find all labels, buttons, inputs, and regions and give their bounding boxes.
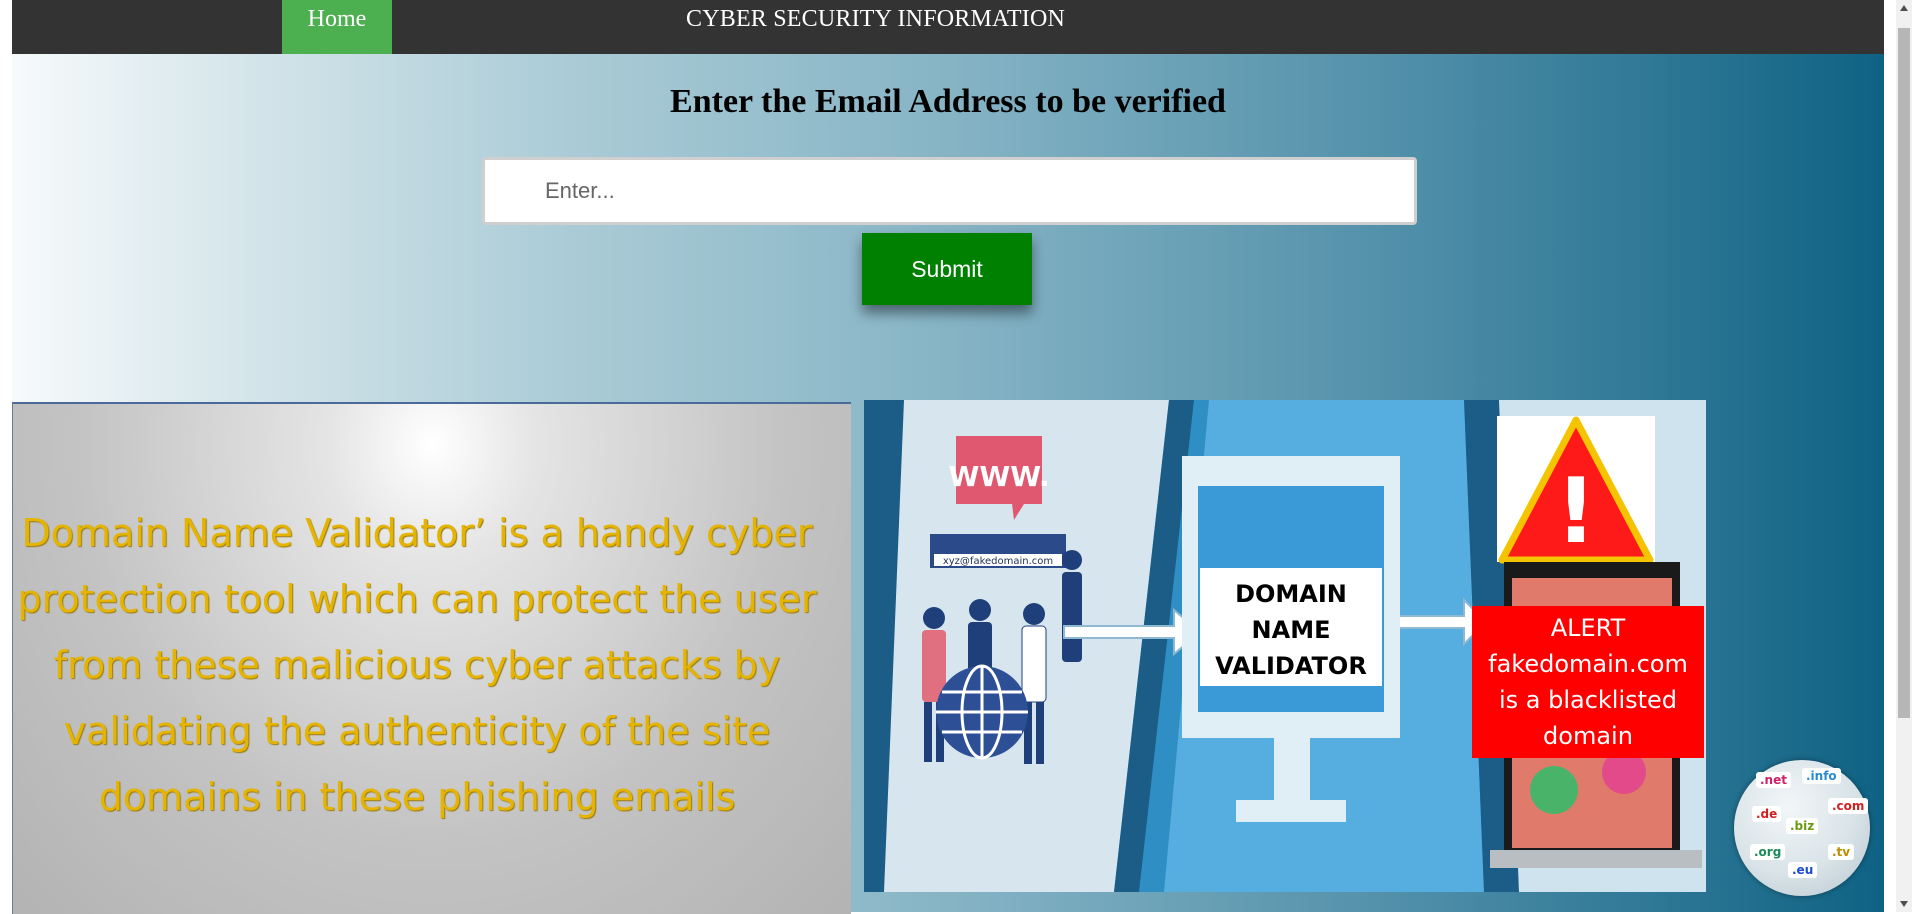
svg-text:NAME: NAME (1252, 616, 1331, 644)
tld-label: .tv (1828, 844, 1855, 860)
nav-home-link[interactable]: Home (282, 0, 392, 54)
svg-text:fakedomain.com: fakedomain.com (1488, 650, 1688, 678)
www-label: WWW. (948, 460, 1049, 493)
tld-label: .info (1802, 768, 1841, 784)
submit-button[interactable]: Submit (862, 233, 1032, 305)
tld-label: .eu (1788, 862, 1818, 878)
top-navbar: Home CYBER SECURITY INFORMATION (12, 0, 1884, 54)
svg-text:VALIDATOR: VALIDATOR (1215, 652, 1367, 680)
email-input[interactable] (482, 157, 1417, 225)
validator-illustration: WWW. xyz@fakedomain.com DOMAIN NAME VALI… (864, 400, 1706, 892)
form-heading: Enter the Email Address to be verified (670, 83, 1226, 120)
svg-text:!: ! (1555, 459, 1596, 564)
scroll-up-arrow-icon[interactable] (1896, 0, 1912, 16)
tld-label: .net (1756, 772, 1791, 788)
tld-globe-badge[interactable]: .net .info .com .de .biz .org .tv .eu (1734, 760, 1870, 896)
scrollbar-thumb[interactable] (1898, 28, 1910, 718)
tld-label: .biz (1786, 818, 1819, 834)
site-title: CYBER SECURITY INFORMATION (686, 6, 1066, 32)
tld-label: .com (1828, 798, 1869, 814)
tld-label: .org (1750, 844, 1786, 860)
svg-text:domain: domain (1543, 722, 1633, 750)
email-example: xyz@fakedomain.com (943, 556, 1053, 567)
domain-validator-graphic: WWW. xyz@fakedomain.com DOMAIN NAME VALI… (864, 400, 1706, 892)
svg-text:ALERT: ALERT (1551, 614, 1626, 642)
svg-text:DOMAIN: DOMAIN (1235, 580, 1347, 608)
scroll-down-arrow-icon[interactable] (1896, 896, 1912, 912)
tld-label: .de (1752, 806, 1782, 822)
info-banner-text: Domain Name Validator’ is a handy cyber … (17, 511, 817, 819)
svg-text:is a blacklisted: is a blacklisted (1499, 686, 1677, 714)
